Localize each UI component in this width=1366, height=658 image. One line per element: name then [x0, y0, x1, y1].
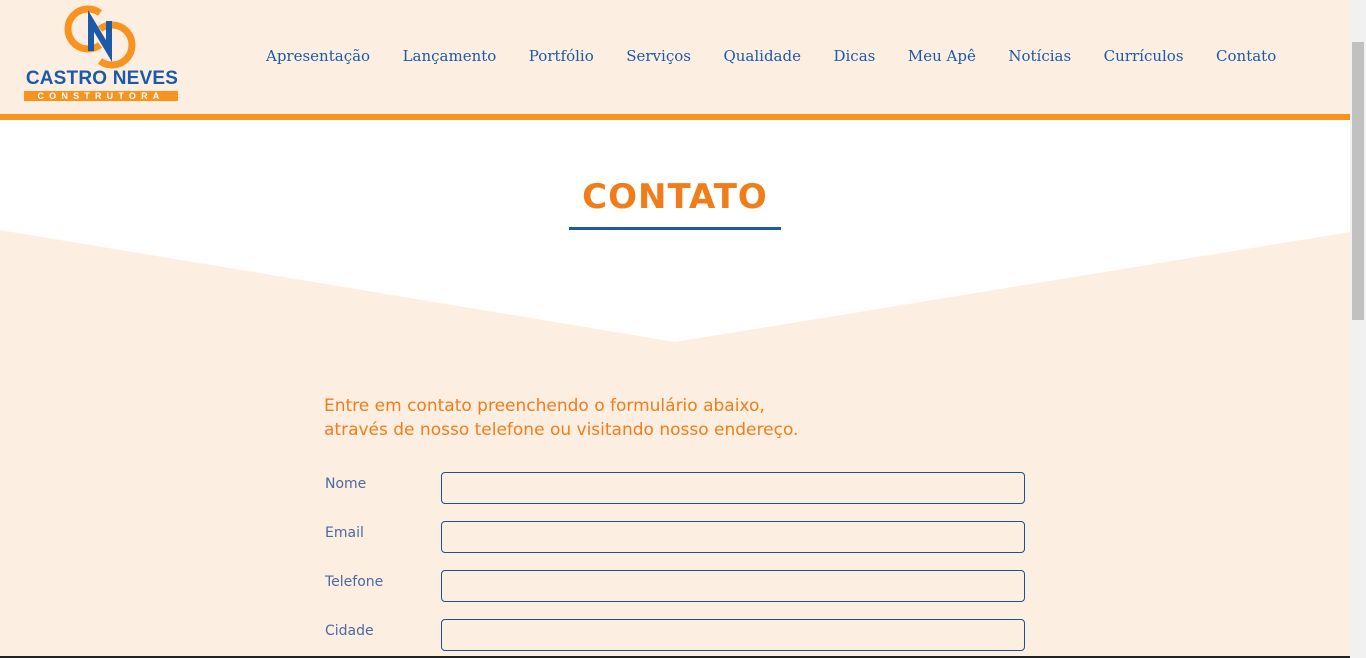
form-row-telefone: Telefone: [324, 570, 1026, 604]
nav-apresentacao[interactable]: Apresentação: [266, 45, 370, 67]
nome-label: Nome: [325, 476, 367, 492]
main-nav: Apresentação Lançamento Portfólio Serviços Q…: [266, 45, 1276, 67]
nav-noticias[interactable]: Notícias: [1008, 45, 1071, 67]
logo-mark-icon: [64, 5, 136, 69]
intro-line-2: através de nosso telefone ou visitando n…: [324, 420, 799, 440]
telefone-field[interactable]: [441, 570, 1025, 602]
telefone-label: Telefone: [325, 574, 384, 590]
form-row-email: Email: [324, 521, 1026, 555]
email-field[interactable]: [441, 521, 1025, 553]
intro-line-1: Entre em contato preenchendo o formulári…: [324, 396, 765, 416]
logo-name: CASTRO NEVES: [25, 68, 179, 89]
site-header: CASTRO NEVES CONSTRUTORA Apresentação Lan…: [0, 0, 1350, 114]
nav-dicas[interactable]: Dicas: [833, 45, 875, 67]
form-row-nome: Nome: [324, 472, 1026, 506]
vertical-scrollbar[interactable]: [1350, 0, 1366, 658]
cidade-label: Cidade: [325, 623, 374, 639]
white-chevron-background: [0, 120, 1350, 342]
nav-lancamento[interactable]: Lançamento: [403, 45, 497, 67]
scrollbar-thumb[interactable]: [1352, 42, 1364, 320]
nav-contato[interactable]: Contato: [1216, 45, 1276, 67]
nome-field[interactable]: [441, 472, 1025, 504]
castro-neves-logo[interactable]: CASTRO NEVES CONSTRUTORA: [24, 5, 180, 103]
form-row-cidade: Cidade: [324, 619, 1026, 653]
email-label: Email: [325, 525, 364, 541]
nav-meu-ape[interactable]: Meu Apê: [908, 45, 976, 67]
nav-qualidade[interactable]: Qualidade: [723, 45, 801, 67]
cidade-field[interactable]: [441, 619, 1025, 651]
nav-servicos[interactable]: Serviços: [626, 45, 691, 67]
nav-portfolio[interactable]: Portfólio: [529, 45, 594, 67]
contact-intro: Entre em contato preenchendo o formulári…: [324, 394, 884, 442]
logo-tagline: CONSTRUTORA: [24, 91, 178, 101]
nav-curriculos[interactable]: Currículos: [1104, 45, 1184, 67]
page-title: CONTATO: [582, 177, 768, 217]
title-underline: [569, 227, 781, 230]
